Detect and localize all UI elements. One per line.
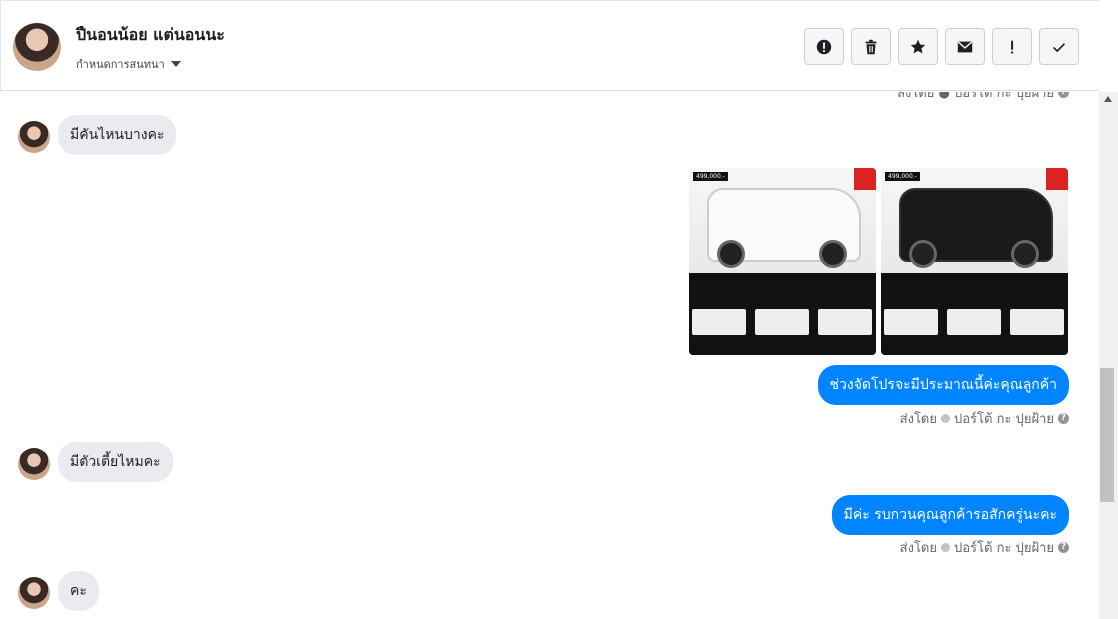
thumb (947, 309, 1001, 335)
exclamation-icon (1011, 40, 1014, 53)
contact-avatar[interactable] (13, 23, 61, 71)
conversation-toolbar (804, 28, 1079, 65)
wheel (717, 240, 745, 268)
delivered-icon (941, 414, 950, 423)
scroll-up-arrow-icon[interactable] (1104, 96, 1112, 102)
black-pickup-photo[interactable]: 499,000.- (881, 168, 1068, 355)
wheel (819, 240, 847, 268)
promo-banner (881, 273, 1068, 355)
promo-corner (854, 168, 876, 190)
sent-by-line-partial: ส่งโดย ● ปอร์โต้ กะ ปุยฝ้าย ? (897, 92, 1069, 103)
incoming-message: คะ (58, 571, 99, 611)
contact-name[interactable]: ปืนอนน้อย แต่นอนนะ (76, 23, 225, 48)
photo-background (689, 168, 876, 273)
mark-spam-button[interactable] (804, 28, 844, 65)
conversation-label-dropdown[interactable]: กำหนดการสนทนา (76, 55, 181, 73)
thumb (692, 309, 746, 335)
help-icon[interactable]: ? (1058, 92, 1069, 98)
conversation-header: ปืนอนน้อย แต่นอนนะ กำหนดการสนทนา (0, 0, 1099, 91)
star-icon (910, 39, 926, 53)
mark-done-button[interactable] (1039, 28, 1079, 65)
promo-corner (1046, 168, 1068, 190)
sent-by-line: ส่งโดย ปอร์โต้ กะ ปุยฝ้าย ? (900, 408, 1069, 429)
white-pickup-photo[interactable]: 499,000.- (689, 168, 876, 355)
scrollbar[interactable] (1099, 92, 1118, 619)
customer-avatar (18, 577, 50, 609)
sent-by-line: ส่งโดย ปอร์โต้ กะ ปุยฝ้าย ? (900, 537, 1069, 558)
sent-by-text: ส่งโดย ● ปอร์โต้ กะ ปุยฝ้าย (897, 92, 1054, 101)
sender-name: ปอร์โต้ กะ ปุยฝ้าย (954, 412, 1054, 427)
thumb (1010, 309, 1064, 335)
thumb (818, 309, 872, 335)
trash-icon (865, 39, 877, 54)
customer-avatar (18, 448, 50, 480)
customer-avatar (18, 121, 50, 153)
sent-by-label: ส่งโดย (899, 541, 937, 556)
outgoing-message: มีค่ะ รบกวนคุณลูกค้ารอสักครู่นะคะ (831, 495, 1069, 535)
promo-banner (689, 273, 876, 355)
envelope-icon (957, 41, 973, 52)
price-tag: 499,000.- (693, 172, 728, 181)
scroll-thumb[interactable] (1100, 368, 1114, 502)
price-tag: 499,000.- (885, 172, 920, 181)
thumb (755, 309, 809, 335)
check-icon (1053, 42, 1065, 52)
photo-background (881, 168, 1068, 273)
delivered-icon (941, 543, 950, 552)
delete-button[interactable] (851, 28, 891, 65)
wheel (1011, 240, 1039, 268)
conversation-label-text: กำหนดการสนทนา (76, 58, 165, 71)
caret-down-icon (170, 61, 181, 67)
help-icon[interactable]: ? (1058, 413, 1069, 424)
sender-name: ปอร์โต้ กะ ปุยฝ้าย (954, 541, 1054, 556)
incoming-message: มีคันไหนบางคะ (58, 115, 177, 155)
incoming-message: มีตัวเตี้ยไหมคะ (58, 442, 173, 482)
thumb (884, 309, 938, 335)
alert-circle-icon (816, 39, 832, 54)
star-button[interactable] (898, 28, 938, 65)
message-thread[interactable]: ส่งโดย ● ปอร์โต้ กะ ปุยฝ้าย ? มีคันไหนบา… (0, 92, 1099, 619)
follow-up-button[interactable] (992, 28, 1032, 65)
help-icon[interactable]: ? (1058, 542, 1069, 553)
sent-by-label: ส่งโดย (899, 412, 937, 427)
outgoing-message: ช่วงจัดโปรจะมีประมาณนี้ค่ะคุณลูกค้า (817, 365, 1069, 405)
mark-unread-button[interactable] (945, 28, 985, 65)
wheel (909, 240, 937, 268)
